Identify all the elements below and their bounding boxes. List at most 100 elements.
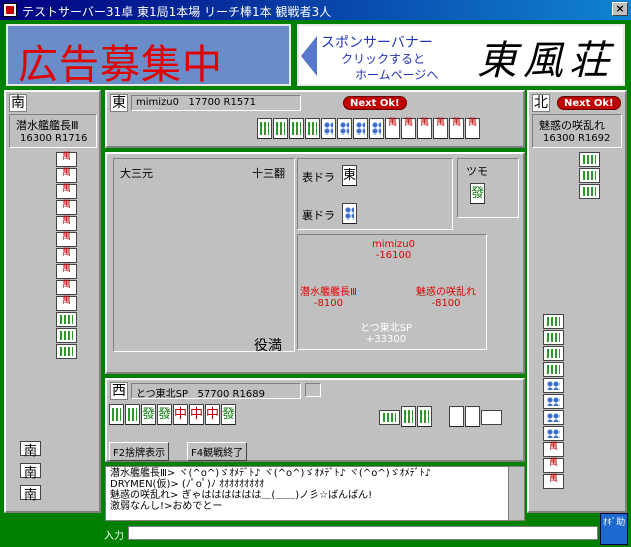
tsumo-label: ツモ [466,165,488,178]
west-points: 57700 [197,389,230,400]
chat-line: DRYMEN(仮)> (ﾉﾟoﾟ)ﾉ ｵｵｵｵｵｵｵｵｵ [110,479,265,490]
tile: 萬 [56,152,77,167]
dora-box: 表ドラ 東 裏ドラ [297,158,453,230]
ura-dora-label: 裏ドラ [302,209,335,222]
west-indicator [305,383,321,397]
tile [56,344,77,359]
ad-banner-left[interactable]: 広告募集中 [6,24,291,88]
tile [543,346,564,361]
seat-north: 北 [532,94,550,112]
east-points: 17700 [188,97,221,108]
tile: 萬 [56,296,77,311]
south-name: 潜水艦艦長Ⅲ [16,119,79,132]
score-change-box: mimizu0 -16100 潜水艦艦長Ⅲ -8100 魅惑の咲乱れ -8100… [297,234,487,350]
chat-line: 魅惑の咲乱れ> ぎゃはははははは＿(＿＿)ノ彡☆ばんばん! [110,490,373,501]
ad-left-text: 広告募集中 [18,42,223,88]
west-info: とつ東北SP 57700 R1689 [131,383,301,400]
score-west-name: とつ東北SP [360,323,412,334]
tile: 萬 [56,248,77,263]
east-info: mimizu0 17700 R1571 [131,95,301,111]
limit-label: 役満 [254,338,282,354]
tile: 萬 [543,442,564,457]
north-score-row: 16300 R1692 [543,133,610,144]
score-south-delta: -8100 [313,298,343,309]
east-name: mimizu0 [136,97,179,108]
south-info: 潜水艦艦長Ⅲ 16300 R1716 [9,114,97,148]
meld-tile: 南 [20,485,41,503]
tile [56,328,77,343]
north-rating: R1692 [578,133,611,144]
score-north-name: 魅惑の咲乱れ [416,287,476,298]
tile [543,362,564,377]
ad-right-logo: 東風荘 [477,38,615,84]
tile [56,312,77,327]
tile [543,394,564,409]
east-next-ok-badge: Next Ok! [343,96,407,110]
close-button[interactable]: × [612,2,628,16]
east-rating: R1571 [223,97,256,108]
tile: 萬 [56,264,77,279]
score-east-name: mimizu0 [372,239,415,250]
tile: 萬 [543,458,564,473]
south-points: 16300 [20,133,52,144]
north-name: 魅惑の咲乱れ [539,119,605,132]
yaku-name: 大三元 [120,167,153,180]
show-discards-button[interactable]: F2捨牌表示 [109,442,170,461]
meld-tile: 南 [20,441,41,459]
ad-right-line3: ホームページへ [355,68,439,82]
arrow-left-icon [301,36,317,76]
score-east-delta: -16100 [375,250,412,261]
chat-log: 潜水艦艦長Ⅲ> ヾ(^o^)ゞｵﾒﾃﾞﾄ♪ ヾ(^o^)ゞｵﾒﾃﾞﾄ♪ ヾ(^o… [105,466,525,521]
seat-east: 東 [110,94,128,112]
app-icon [3,3,17,17]
chat-scrollbar[interactable] [508,467,524,520]
seat-south: 南 [9,94,27,112]
ad-banner-right[interactable]: スポンサーバナー クリックすると ホームページへ 東風荘 [297,24,625,86]
tile: 萬 [56,216,77,231]
title-bar: テストサーバー31卓 東1局1本場 リーチ棒1本 観戦者3人 × [0,0,631,20]
chat-line: 激弱なんし!>おめでとー [110,501,223,512]
east-panel: 東 mimizu0 17700 R1571 Next Ok! 萬 萬 萬 萬 萬… [105,90,525,148]
mascot-icon[interactable]: ｵｷﾞ助 [600,513,628,545]
window-title: テストサーバー31卓 東1局1本場 リーチ棒1本 観戦者3人 [22,5,332,19]
chat-input[interactable] [128,526,598,540]
score-north: 魅惑の咲乱れ -8100 [416,283,476,309]
tile [543,314,564,329]
tile: 萬 [56,200,77,215]
tsumo-tile: 發 [470,183,485,204]
north-points: 16300 [543,133,575,144]
result-panel: 大三元 十三翻 役満 表ドラ 東 裏ドラ ツモ 發 mimizu0 -16100… [105,152,525,374]
ad-right-line1: スポンサーバナー [321,35,433,51]
omote-dora-label: 表ドラ [302,171,335,184]
score-south: 潜水艦艦長Ⅲ -8100 [300,283,357,309]
yaku-box: 大三元 十三翻 役満 [113,158,295,354]
score-south-name: 潜水艦艦長Ⅲ [300,287,357,298]
chat-line: 潜水艦艦長Ⅲ> ヾ(^o^)ゞｵﾒﾃﾞﾄ♪ ヾ(^o^)ゞｵﾒﾃﾞﾄ♪ ヾ(^o… [110,468,431,479]
chat-input-label: 入力 [104,531,124,542]
chat-input-row: 入力 [100,526,600,542]
south-rating: R1716 [55,133,88,144]
west-name: とつ東北SP [136,389,188,400]
tile [579,168,600,183]
omote-dora-tile: 東 [342,165,357,186]
north-info: 魅惑の咲乱れ 16300 R1692 [532,114,622,148]
meld-tile: 南 [20,463,41,481]
end-spectate-button[interactable]: F4観戦終了 [187,442,248,461]
tile: 萬 [56,168,77,183]
tile [543,410,564,425]
north-panel: 北 Next Ok! 魅惑の咲乱れ 16300 R1692 萬 萬 萬 [527,90,627,513]
west-panel: 西 とつ東北SP 57700 R1689 發 發 中 中 中 發 F2捨牌表示 … [105,378,525,462]
north-next-ok-badge: Next Ok! [557,96,621,110]
tile [543,426,564,441]
ura-dora-tile [342,203,357,224]
tile [543,330,564,345]
seat-west: 西 [110,382,128,400]
south-panel: 南 潜水艦艦長Ⅲ 16300 R1716 萬 萬 萬 萬 萬 萬 萬 萬 萬 萬… [4,90,101,513]
tile [543,378,564,393]
tile: 萬 [56,232,77,247]
tile: 萬 [56,280,77,295]
ad-right-line2: クリックすると [341,52,426,66]
tsumo-box: ツモ 發 [457,158,519,218]
tile: 萬 [56,184,77,199]
score-east: mimizu0 -16100 [372,239,415,261]
